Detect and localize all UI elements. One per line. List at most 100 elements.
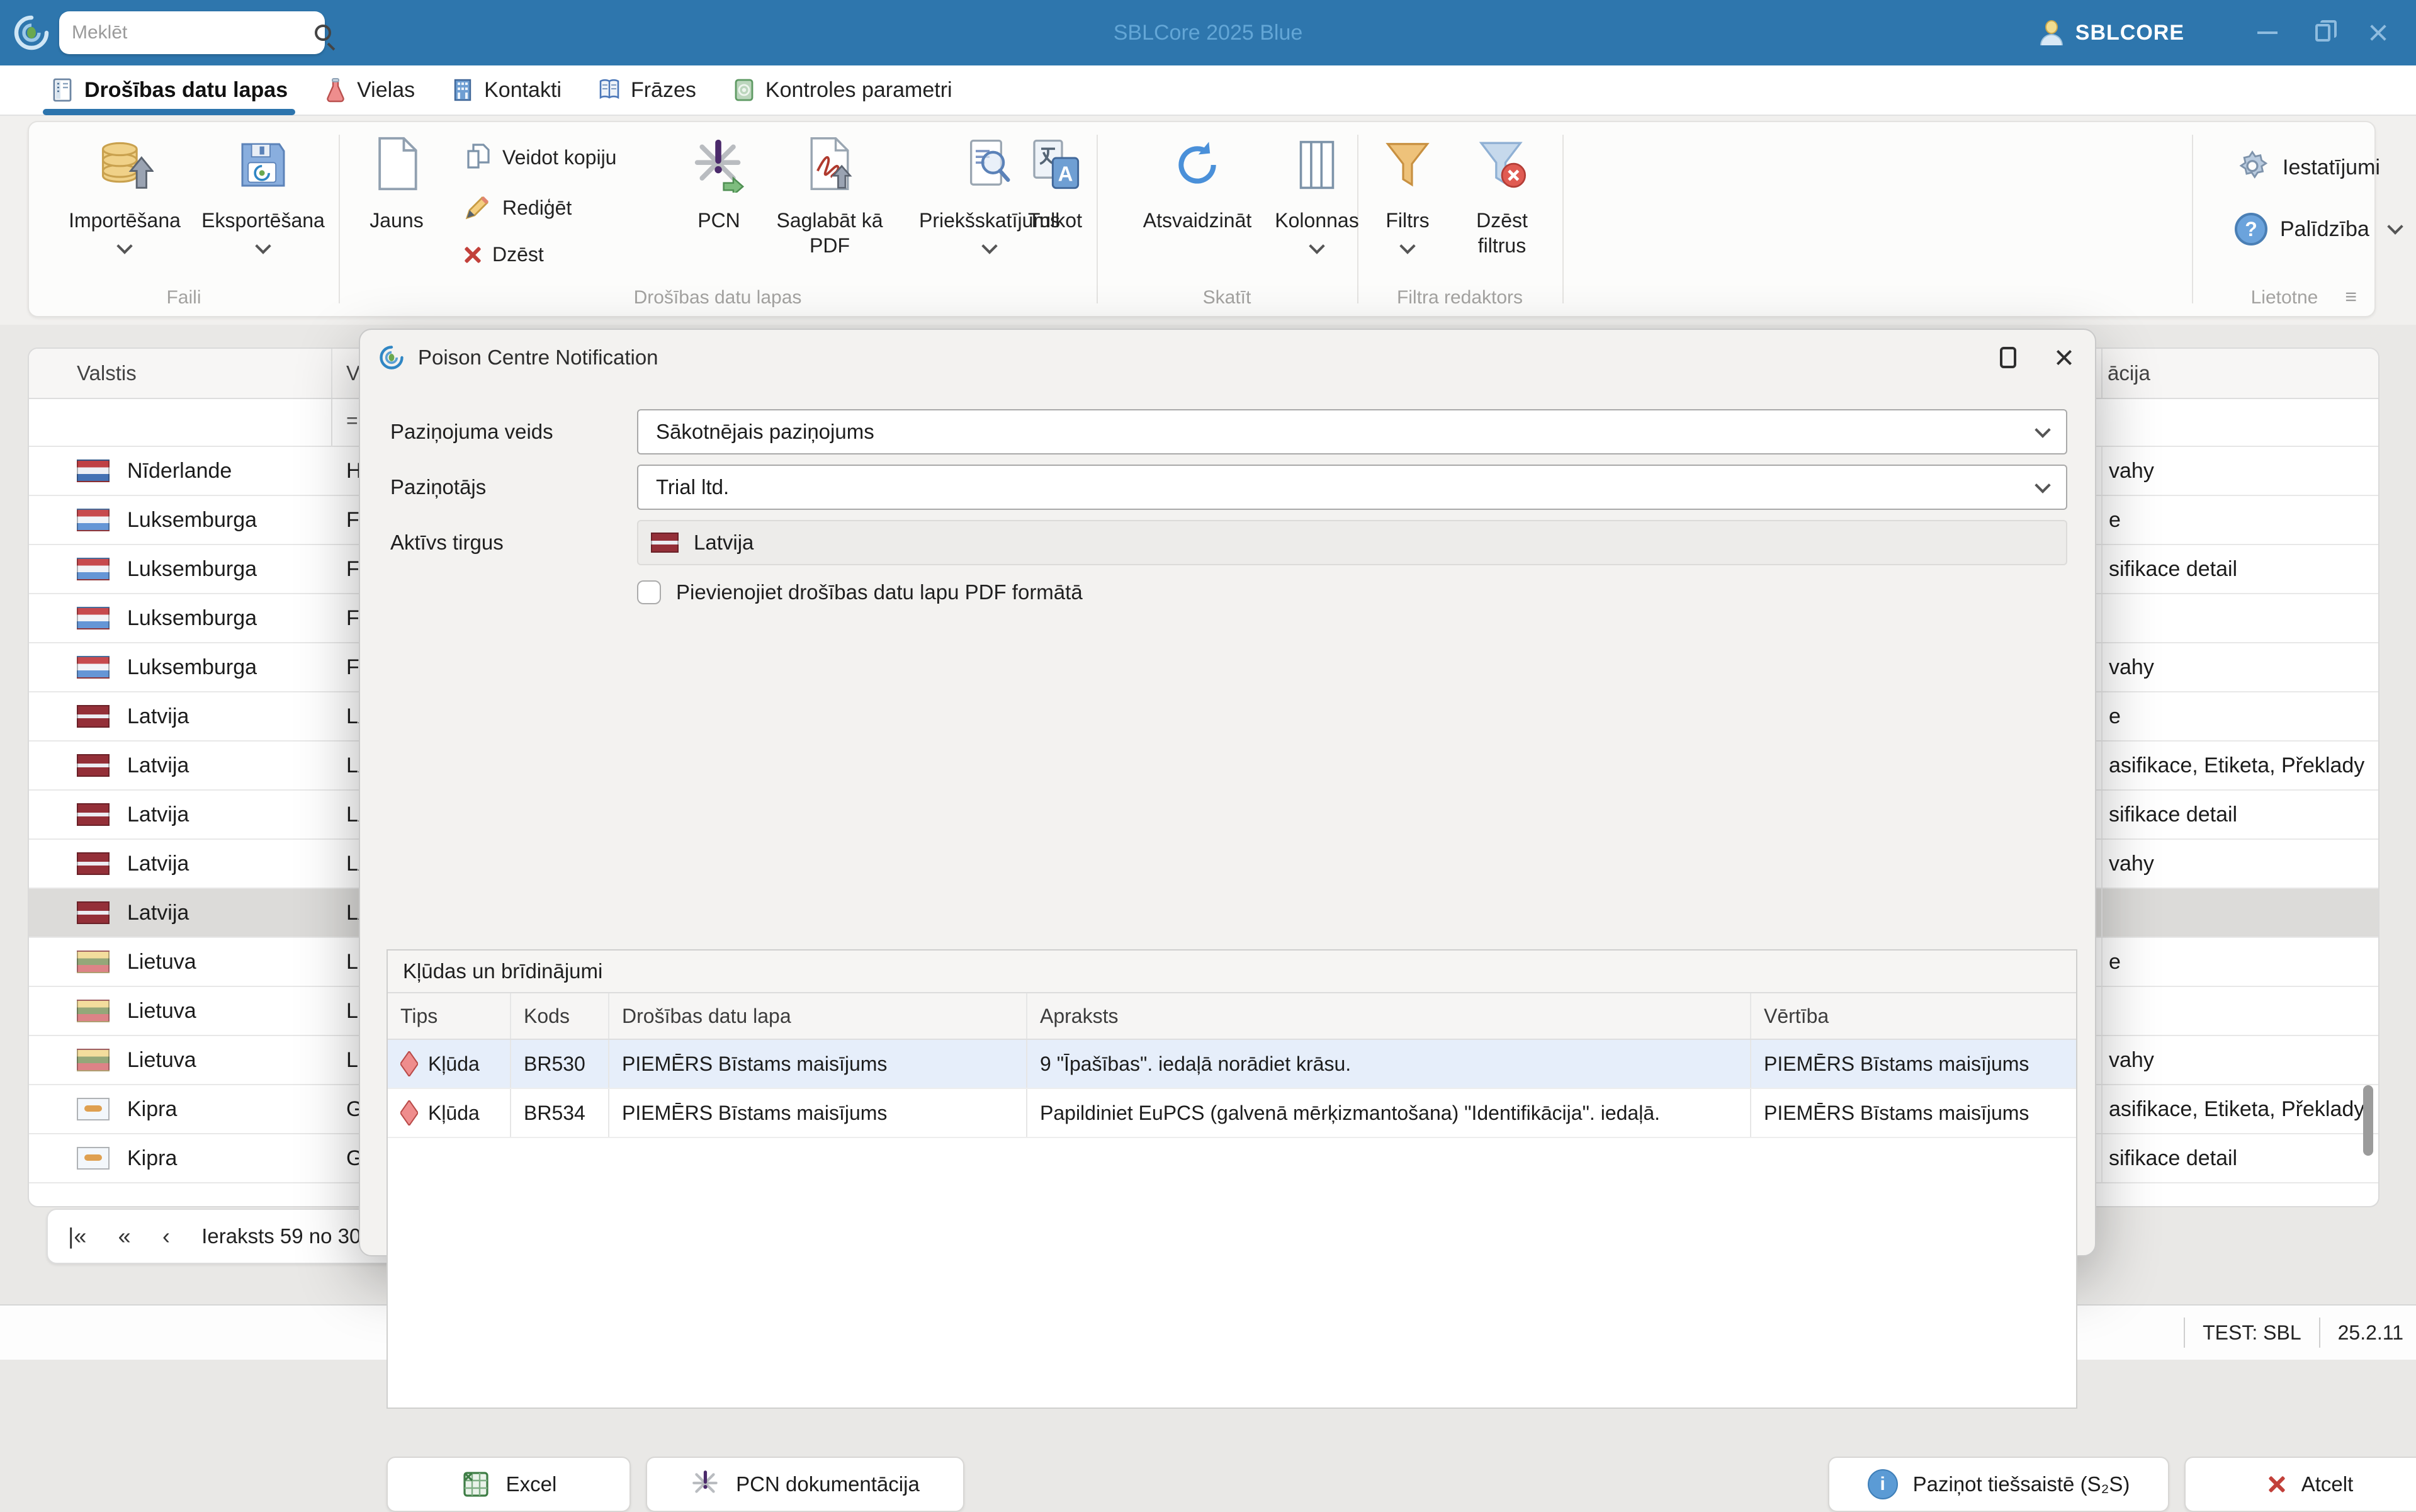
error-value: PIEMĒRS Bīstams maisījums [1751, 1089, 2076, 1137]
building-icon [450, 77, 475, 103]
settings-button[interactable]: Iestatījumi [2235, 150, 2380, 185]
new-button[interactable]: Jauns [351, 132, 442, 233]
country-cell: Luksemburga [29, 508, 331, 533]
dialog-close-button[interactable] [2035, 330, 2092, 385]
user-icon[interactable] [2038, 19, 2065, 47]
tab-kontakti[interactable]: Kontakti [432, 65, 579, 115]
main-tabstrip: Drošības datu lapas Vielas Kontakti Frāz… [0, 65, 2416, 116]
tab-drosibas-datu-lapas[interactable]: Drošības datu lapas [33, 65, 305, 115]
copy-button[interactable]: Veidot kopiju [462, 142, 616, 172]
country-flag-icon [77, 656, 110, 679]
button-label: PCN [697, 208, 740, 233]
account-label[interactable]: SBLCORE [2075, 21, 2184, 45]
close-button[interactable] [2351, 0, 2406, 65]
sds-doc-icon [50, 77, 76, 103]
columns-button[interactable]: Kolonnas [1283, 132, 1351, 252]
country-name: Lietuva [127, 999, 196, 1024]
import-button[interactable]: Importēšana [54, 132, 195, 252]
button-label: Iestatījumi [2283, 155, 2380, 180]
delete-button[interactable]: Dzēst [462, 243, 544, 266]
tab-frazes[interactable]: Frāzes [579, 65, 714, 115]
notification-type-select[interactable]: Sākotnējais paziņojums [637, 409, 2067, 454]
app-logo-icon [11, 13, 52, 53]
pcn-button[interactable]: PCN [679, 132, 759, 233]
country-flag-icon [77, 1049, 110, 1071]
country-cell: Luksemburga [29, 557, 331, 582]
col-header-kods[interactable]: Kods [511, 993, 609, 1039]
col-header-vertiba[interactable]: Vērtība [1751, 993, 2076, 1039]
tab-kontroles-parametri[interactable]: Kontroles parametri [714, 65, 970, 115]
excel-icon [461, 1469, 491, 1499]
active-market-field: Latvija [637, 520, 2067, 565]
column-header-right-fragment[interactable]: ācija [2101, 349, 2150, 398]
group-options-icon[interactable]: ≡ [2345, 285, 2357, 308]
error-diamond-icon [400, 1100, 418, 1126]
country-cell: Luksemburga [29, 655, 331, 680]
help-button[interactable]: ? Palīdzība [2235, 213, 2401, 245]
filter-button[interactable]: Filtrs [1371, 132, 1444, 252]
dialog-maximize-button[interactable] [1979, 330, 2037, 385]
global-search[interactable] [59, 11, 325, 54]
prev-group-icon[interactable]: « [118, 1223, 131, 1250]
edit-button[interactable]: Rediģēt [462, 193, 572, 223]
country-cell: Lietuva [29, 999, 331, 1024]
translate-button[interactable]: A Tulkot [1006, 132, 1104, 233]
pcn-doc-button[interactable]: PCN dokumentācija [646, 1457, 964, 1512]
prev-page-icon[interactable]: ‹ [162, 1223, 170, 1250]
ribbon-group-label: Drošības datu lapas [339, 287, 1097, 308]
error-type-cell: Kļūda [388, 1040, 511, 1088]
refresh-button[interactable]: Atsvaidzināt [1119, 132, 1275, 233]
error-type-cell: Kļūda [388, 1089, 511, 1137]
filter-operator-icon[interactable]: = [346, 409, 358, 432]
export-icon [235, 132, 291, 193]
column-header-valstis[interactable]: Valstis [29, 361, 331, 385]
error-row[interactable]: Kļūda BR534 PIEMĒRS Bīstams maisījums Pa… [388, 1089, 2076, 1138]
notifier-row: Paziņotājs Trial ltd. [390, 465, 2067, 510]
attach-pdf-checkbox[interactable] [637, 580, 661, 604]
button-label: Filtrs [1386, 208, 1429, 233]
chevron-down-icon [2035, 477, 2050, 493]
error-type: Kļūda [428, 1052, 480, 1076]
tab-vielas[interactable]: Vielas [305, 65, 432, 115]
country-flag-icon [77, 509, 110, 531]
country-name: Nīderlande [127, 459, 232, 483]
notify-online-button[interactable]: i Paziņot tiešsaistē (S₂S) [1828, 1457, 2169, 1512]
save-as-pdf-button[interactable]: Saglabāt kā PDF [767, 132, 893, 258]
first-page-icon[interactable]: |« [68, 1223, 86, 1250]
field-label: Paziņotājs [390, 475, 637, 499]
col-header-apraksts[interactable]: Apraksts [1027, 993, 1751, 1039]
country-cell: Latvija [29, 753, 331, 778]
maximize-button[interactable] [2295, 0, 2351, 65]
col-header-tips[interactable]: Tips [388, 993, 511, 1039]
button-label: Dzēst [492, 243, 544, 266]
notifier-select[interactable]: Trial ltd. [637, 465, 2067, 510]
minimize-button[interactable] [2240, 0, 2295, 65]
cancel-button[interactable]: Atcelt [2184, 1457, 2416, 1512]
excel-button[interactable]: Excel [387, 1457, 631, 1512]
right-fragment-cell [2101, 987, 2109, 1035]
search-input[interactable] [72, 22, 315, 43]
country-cell: Kipra [29, 1146, 331, 1171]
country-cell: Kipra [29, 1097, 331, 1122]
search-icon[interactable] [315, 25, 331, 41]
right-fragment-cell: e [2101, 692, 2121, 740]
button-label: Eksportēšana [201, 208, 325, 233]
record-counter: Ieraksts 59 no 307 [201, 1224, 373, 1248]
button-label: Saglabāt kā PDF [772, 208, 888, 258]
clear-filters-button[interactable]: Dzēst filtrus [1449, 132, 1555, 258]
ribbon-group-label: Skatīt [1097, 287, 1357, 308]
button-label: PCN dokumentācija [736, 1472, 920, 1496]
error-code: BR530 [511, 1040, 609, 1088]
cancel-x-icon [2266, 1474, 2286, 1494]
country-name: Luksemburga [127, 557, 257, 582]
button-label: Jauns [370, 208, 423, 233]
status-divider [2184, 1317, 2185, 1348]
maximize-icon [2315, 24, 2330, 42]
col-header-sds[interactable]: Drošības datu lapa [609, 993, 1027, 1039]
grid-scrollbar-thumb[interactable] [2363, 1085, 2373, 1156]
chevron-down-icon [981, 238, 997, 254]
country-cell: Latvija [29, 704, 331, 729]
error-row[interactable]: Kļūda BR530 PIEMĒRS Bīstams maisījums 9 … [388, 1040, 2076, 1089]
status-divider [2319, 1317, 2320, 1348]
export-button[interactable]: Eksportēšana [193, 132, 334, 252]
